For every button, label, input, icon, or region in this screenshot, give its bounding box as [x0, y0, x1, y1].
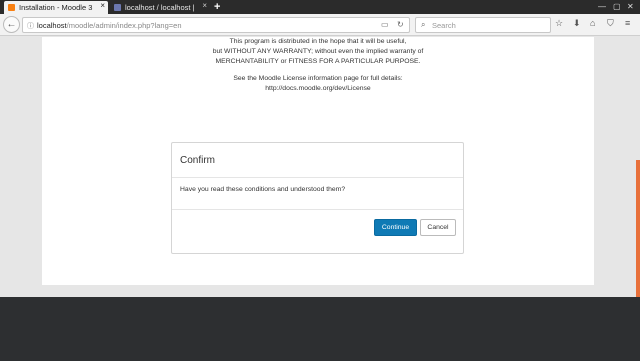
back-button[interactable]: ←: [3, 16, 20, 33]
navigation-bar: ← ⓘ localhost/moodle/admin/index.php?lan…: [0, 14, 640, 36]
moodle-favicon-icon: [8, 4, 15, 11]
tab-strip: Installation - Moodle 3 × localhost / lo…: [0, 0, 640, 14]
downloads-icon[interactable]: ⬇: [573, 18, 581, 29]
page-edge-accent: [636, 160, 640, 297]
confirm-dialog: Confirm Have you read these conditions a…: [171, 142, 464, 254]
close-window-icon[interactable]: ✕: [627, 0, 634, 14]
divider: [172, 177, 463, 178]
page-viewport: This program is distributed in the hope …: [0, 37, 640, 361]
continue-button[interactable]: Continue: [374, 219, 417, 236]
url-text[interactable]: localhost/moodle/admin/index.php?lang=en: [37, 21, 182, 30]
info-icon[interactable]: ⓘ: [27, 21, 34, 31]
url-host: localhost: [37, 21, 67, 30]
tab-moodle-installation[interactable]: Installation - Moodle 3 ×: [4, 1, 108, 14]
search-icon: ⌕: [421, 20, 426, 29]
license-text: This program is distributed in the hope …: [42, 37, 594, 94]
tab-title: localhost / localhost |: [125, 3, 195, 12]
tab-phpmyadmin[interactable]: localhost / localhost | ×: [110, 1, 210, 14]
license-line: but WITHOUT ANY WARRANTY; without even t…: [212, 48, 424, 55]
license-info-line: See the Moodle License information page …: [233, 75, 403, 82]
new-tab-button[interactable]: +: [214, 0, 220, 14]
url-path: /moodle/admin/index.php?lang=en: [66, 21, 182, 30]
close-tab-icon[interactable]: ×: [202, 1, 207, 10]
license-link: http://docs.moodle.org/dev/License: [265, 85, 371, 92]
minimize-icon[interactable]: —: [598, 0, 606, 14]
close-tab-icon[interactable]: ×: [100, 1, 105, 10]
search-bar[interactable]: ⌕ Search: [415, 17, 551, 33]
tab-title: Installation - Moodle 3: [19, 3, 93, 12]
dialog-message: Have you read these conditions and under…: [180, 186, 346, 193]
search-placeholder: Search: [432, 21, 456, 30]
cancel-button[interactable]: Cancel: [420, 219, 456, 236]
reload-icon[interactable]: ↻: [397, 20, 404, 29]
home-icon[interactable]: ⌂: [590, 18, 595, 28]
url-bar[interactable]: ⓘ localhost/moodle/admin/index.php?lang=…: [22, 17, 410, 33]
license-line: MERCHANTABILITY or FITNESS FOR A PARTICU…: [215, 58, 421, 65]
menu-icon[interactable]: ≡: [625, 18, 630, 28]
dialog-title: Confirm: [180, 155, 216, 166]
phpmyadmin-favicon-icon: [114, 4, 121, 11]
license-line: This program is distributed in the hope …: [229, 38, 407, 45]
maximize-icon[interactable]: ▢: [613, 0, 621, 14]
reader-view-icon[interactable]: ▭: [381, 20, 389, 29]
divider: [172, 209, 463, 210]
bookmark-star-icon[interactable]: ☆: [555, 18, 563, 29]
pocket-icon[interactable]: ⛉: [607, 18, 614, 29]
page-footer: [0, 297, 640, 361]
